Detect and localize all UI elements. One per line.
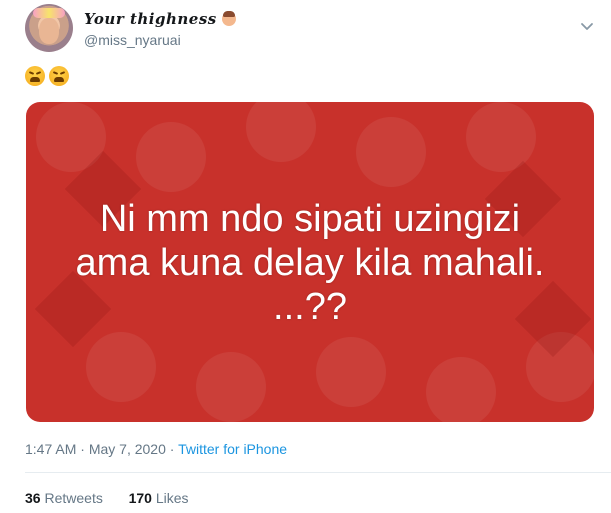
weary-face-emoji-icon bbox=[49, 66, 69, 86]
tweet-date[interactable]: May 7, 2020 bbox=[89, 441, 166, 457]
retweets-label: Retweets bbox=[44, 490, 103, 506]
tweet-source-link[interactable]: Twitter for iPhone bbox=[178, 441, 287, 457]
tweet-image[interactable]: Ni mm ndo sipati uzingizi ama kuna delay… bbox=[26, 102, 594, 422]
flower-crown bbox=[33, 8, 65, 18]
image-text-line-3: ...?? bbox=[273, 286, 347, 328]
image-text-line-1: Ni mm ndo sipati uzingizi bbox=[99, 198, 521, 240]
weary-face-emoji-icon bbox=[25, 66, 45, 86]
avatar[interactable] bbox=[25, 4, 73, 52]
divider bbox=[25, 472, 611, 473]
woman-emoji-icon bbox=[221, 11, 236, 26]
user-handle[interactable]: @miss_nyaruai bbox=[84, 32, 181, 48]
display-name[interactable]: Your thighness bbox=[84, 10, 236, 28]
meta-separator: · bbox=[169, 441, 175, 457]
tweet-meta: 1:47 AM · May 7, 2020 · Twitter for iPho… bbox=[25, 441, 287, 457]
retweets-stat[interactable]: 36 Retweets bbox=[25, 490, 103, 506]
likes-label: Likes bbox=[155, 490, 189, 506]
display-name-text: Your thighness bbox=[84, 10, 217, 28]
tweet-time[interactable]: 1:47 AM bbox=[25, 441, 76, 457]
tweet-text bbox=[25, 66, 69, 86]
retweets-count: 36 bbox=[25, 490, 41, 506]
image-text-line-2: ama kuna delay kila mahali. bbox=[75, 242, 545, 284]
likes-stat[interactable]: 170 Likes bbox=[129, 490, 189, 506]
image-text: Ni mm ndo sipati uzingizi ama kuna delay… bbox=[26, 197, 594, 329]
likes-count: 170 bbox=[128, 490, 152, 506]
chevron-down-icon[interactable] bbox=[580, 22, 594, 32]
avatar-face bbox=[39, 18, 59, 44]
tweet-stats: 36 Retweets 170 Likes bbox=[25, 490, 189, 506]
meta-separator: · bbox=[80, 441, 85, 457]
